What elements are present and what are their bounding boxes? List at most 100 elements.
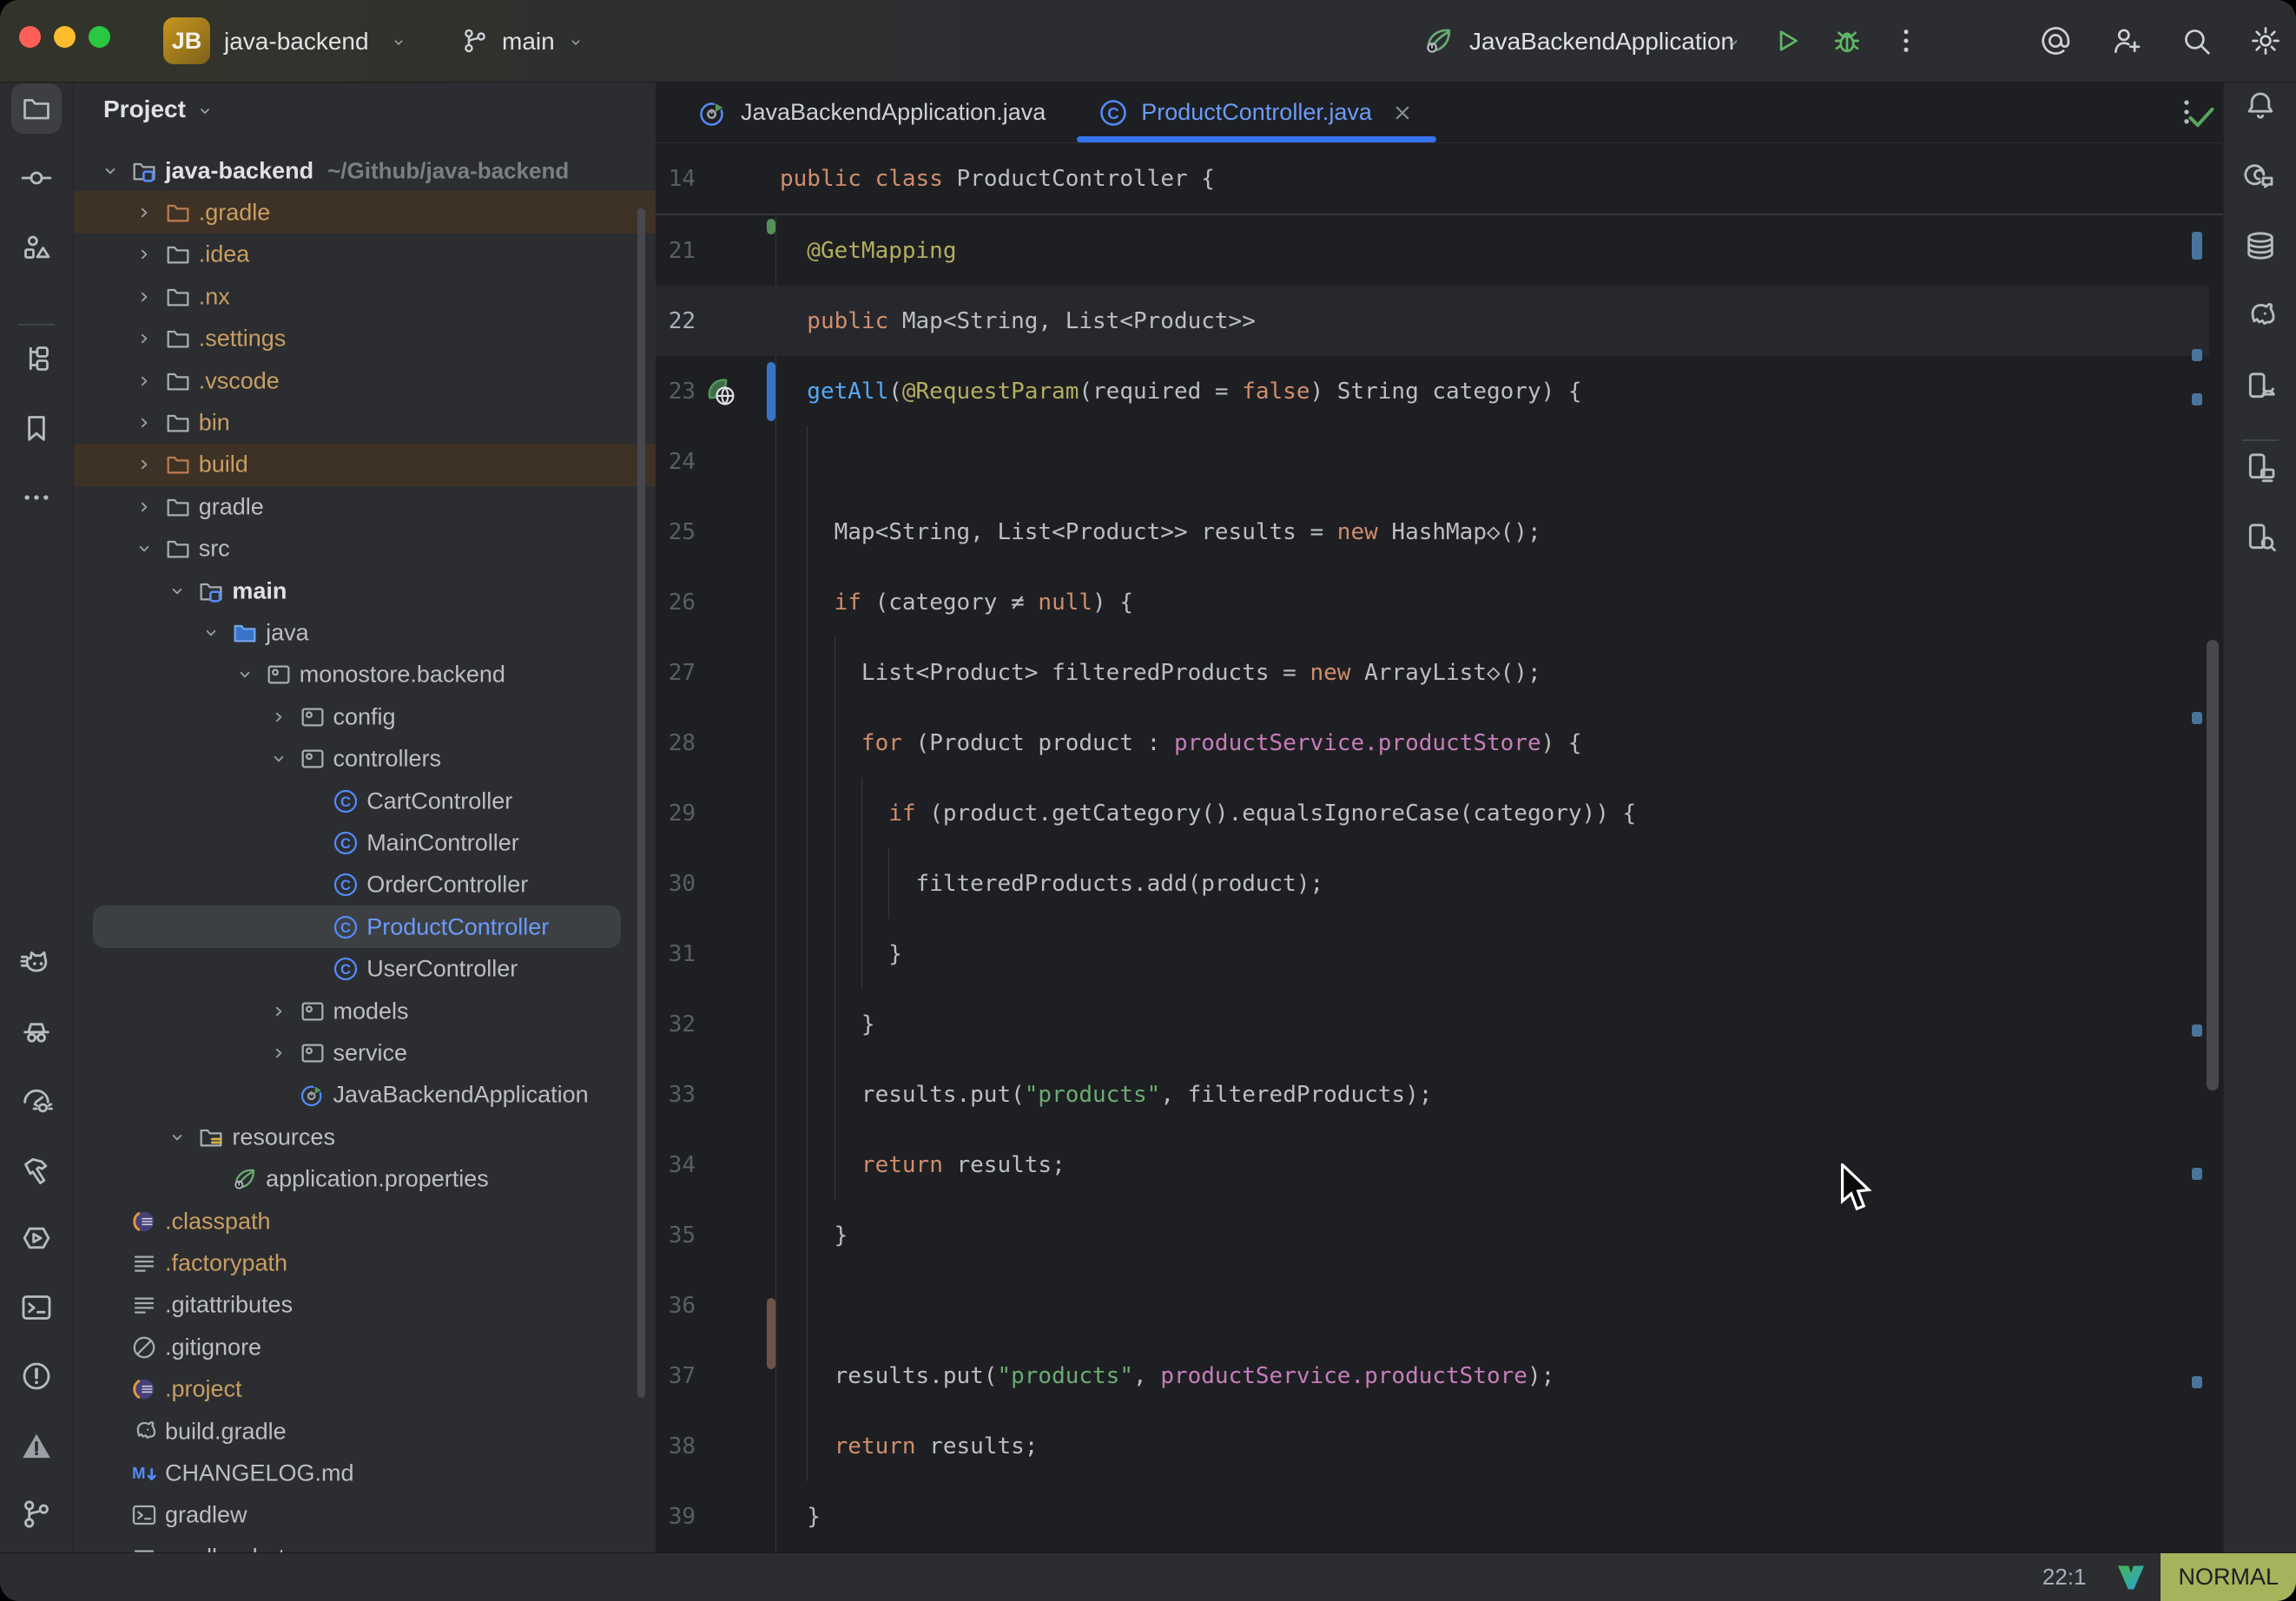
error-stripe-mark[interactable]: [2192, 712, 2202, 724]
tree-row-maincontroller[interactable]: CMainController: [74, 821, 656, 864]
plugins-icon[interactable]: [19, 230, 54, 265]
rest-endpoint-icon[interactable]: [703, 373, 739, 410]
editor-scrollbar[interactable]: [2207, 640, 2219, 1090]
tree-row--classpath[interactable]: .classpath: [74, 1200, 656, 1242]
close-tab-icon[interactable]: [1389, 100, 1415, 126]
project-folder-icon[interactable]: [11, 83, 62, 134]
warnings-icon[interactable]: [19, 1428, 54, 1463]
gradle-icon[interactable]: [2243, 299, 2278, 333]
chevron-right-icon[interactable]: [133, 370, 155, 392]
error-stripe-mark[interactable]: [2192, 232, 2202, 260]
tree-row-application-properties[interactable]: application.properties: [74, 1158, 656, 1201]
more-tools-icon[interactable]: [19, 480, 54, 515]
chevron-right-icon[interactable]: [133, 412, 155, 434]
commit-icon[interactable]: [19, 161, 54, 195]
tree-row-controllers[interactable]: controllers: [74, 738, 656, 781]
tree-row-java-backend[interactable]: java-backend~/Github/java-backend: [74, 149, 656, 192]
tree-row--gitignore[interactable]: .gitignore: [74, 1326, 656, 1368]
chevron-right-icon[interactable]: [133, 327, 155, 350]
chevron-down-icon[interactable]: [267, 748, 290, 770]
tree-row--gitattributes[interactable]: .gitattributes: [74, 1284, 656, 1327]
tree-row-ordercontroller[interactable]: COrderController: [74, 864, 656, 906]
code-with-me-icon[interactable]: [2110, 24, 2143, 57]
tree-row-changelog-md[interactable]: MCHANGELOG.md: [74, 1452, 656, 1494]
more-actions-icon[interactable]: [1890, 24, 1923, 57]
minimize-window-button[interactable]: [54, 26, 76, 48]
tree-row--project[interactable]: .project: [74, 1368, 656, 1411]
incognito-icon[interactable]: [19, 1014, 54, 1049]
chevron-right-icon[interactable]: [267, 706, 290, 728]
run-button[interactable]: [1771, 24, 1804, 57]
tab-javabackendapplication[interactable]: JavaBackendApplication.java: [671, 82, 1072, 142]
vcs-change-marker[interactable]: [767, 219, 775, 234]
ai-assistant-icon[interactable]: [2039, 24, 2072, 57]
project-panel-header[interactable]: Project: [103, 89, 215, 129]
terminal-icon[interactable]: [19, 1290, 54, 1325]
services-icon[interactable]: [19, 1221, 54, 1255]
git-branch-icon[interactable]: [460, 24, 490, 57]
tree-row--vscode[interactable]: .vscode: [74, 359, 656, 402]
tree-row-usercontroller[interactable]: CUserController: [74, 948, 656, 991]
tree-row-bin[interactable]: bin: [74, 401, 656, 444]
database-icon[interactable]: [2243, 228, 2278, 263]
settings-icon[interactable]: [2249, 24, 2282, 57]
error-stripe-mark[interactable]: [2192, 393, 2202, 405]
chevron-right-icon[interactable]: [133, 243, 155, 266]
error-stripe-mark[interactable]: [2192, 1168, 2202, 1180]
close-window-button[interactable]: [19, 26, 41, 48]
tree-scrollbar[interactable]: [637, 208, 645, 1398]
chevron-right-icon[interactable]: [267, 1042, 290, 1064]
ai-chat-icon[interactable]: [2243, 158, 2278, 193]
tree-row--gradle[interactable]: .gradle: [74, 191, 656, 234]
error-stripe-mark[interactable]: [2192, 349, 2202, 361]
tree-row-java[interactable]: java: [74, 611, 656, 654]
chevron-down-icon[interactable]: [166, 580, 188, 603]
error-stripe-mark[interactable]: [2192, 1376, 2202, 1388]
chevron-right-icon[interactable]: [133, 453, 155, 476]
chevron-right-icon[interactable]: [133, 286, 155, 308]
tree-row-productcontroller[interactable]: CProductController: [74, 906, 656, 948]
tree-row-gradlew[interactable]: gradlew: [74, 1494, 656, 1537]
chevron-down-icon[interactable]: [200, 622, 222, 644]
editor-area[interactable]: JavaBackendApplication.java C ProductCon…: [656, 82, 2223, 1552]
project-selector[interactable]: java-backend: [224, 0, 369, 82]
search-icon[interactable]: [2180, 24, 2213, 57]
chevron-down-icon[interactable]: [234, 663, 256, 686]
device-explorer-icon[interactable]: [2243, 520, 2278, 555]
tree-row--idea[interactable]: .idea: [74, 234, 656, 276]
tree-row-resources[interactable]: resources: [74, 1116, 656, 1158]
problems-icon[interactable]: [19, 1359, 54, 1393]
tree-row-gradle[interactable]: gradle: [74, 485, 656, 528]
tab-productcontroller[interactable]: C ProductController.java: [1072, 82, 1442, 142]
running-devices-icon[interactable]: [2243, 450, 2278, 484]
tree-row-cartcontroller[interactable]: CCartController: [74, 780, 656, 822]
build-hammer-icon[interactable]: [19, 1152, 54, 1187]
notifications-icon[interactable]: [2243, 88, 2278, 122]
vcs-change-marker[interactable]: [767, 1298, 775, 1369]
chevron-right-icon[interactable]: [133, 496, 155, 518]
tree-row--nx[interactable]: .nx: [74, 275, 656, 318]
chevron-down-icon[interactable]: [99, 160, 122, 182]
tree-row--settings[interactable]: .settings: [74, 318, 656, 360]
caret-position[interactable]: 22:1: [2042, 1564, 2087, 1591]
tree-row-models[interactable]: models: [74, 990, 656, 1032]
copilot-cat-icon[interactable]: [19, 945, 54, 979]
tree-row-javabackendapplication[interactable]: JavaBackendApplication: [74, 1074, 656, 1117]
chevron-right-icon[interactable]: [267, 1000, 290, 1023]
profiler-icon[interactable]: [19, 1083, 54, 1117]
tree-row-main[interactable]: main: [74, 570, 656, 612]
structure-icon[interactable]: [19, 341, 54, 376]
chevron-down-icon[interactable]: [166, 1126, 188, 1149]
tree-row-gradlew-bat[interactable]: gradlew.bat: [74, 1536, 656, 1552]
tree-row--factorypath[interactable]: .factorypath: [74, 1242, 656, 1284]
chevron-down-icon[interactable]: [133, 537, 155, 560]
chevron-right-icon[interactable]: [133, 201, 155, 224]
git-branch-icon[interactable]: [19, 1497, 54, 1532]
tree-row-build-gradle[interactable]: build.gradle: [74, 1410, 656, 1453]
tree-row-src[interactable]: src: [74, 528, 656, 570]
tree-row-build[interactable]: build: [74, 444, 656, 486]
tree-row-config[interactable]: config: [74, 695, 656, 738]
tree-row-service[interactable]: service: [74, 1031, 656, 1074]
inspections-ok-icon[interactable]: [2184, 100, 2219, 135]
tree-row-monostore-backend[interactable]: monostore.backend: [74, 654, 656, 696]
